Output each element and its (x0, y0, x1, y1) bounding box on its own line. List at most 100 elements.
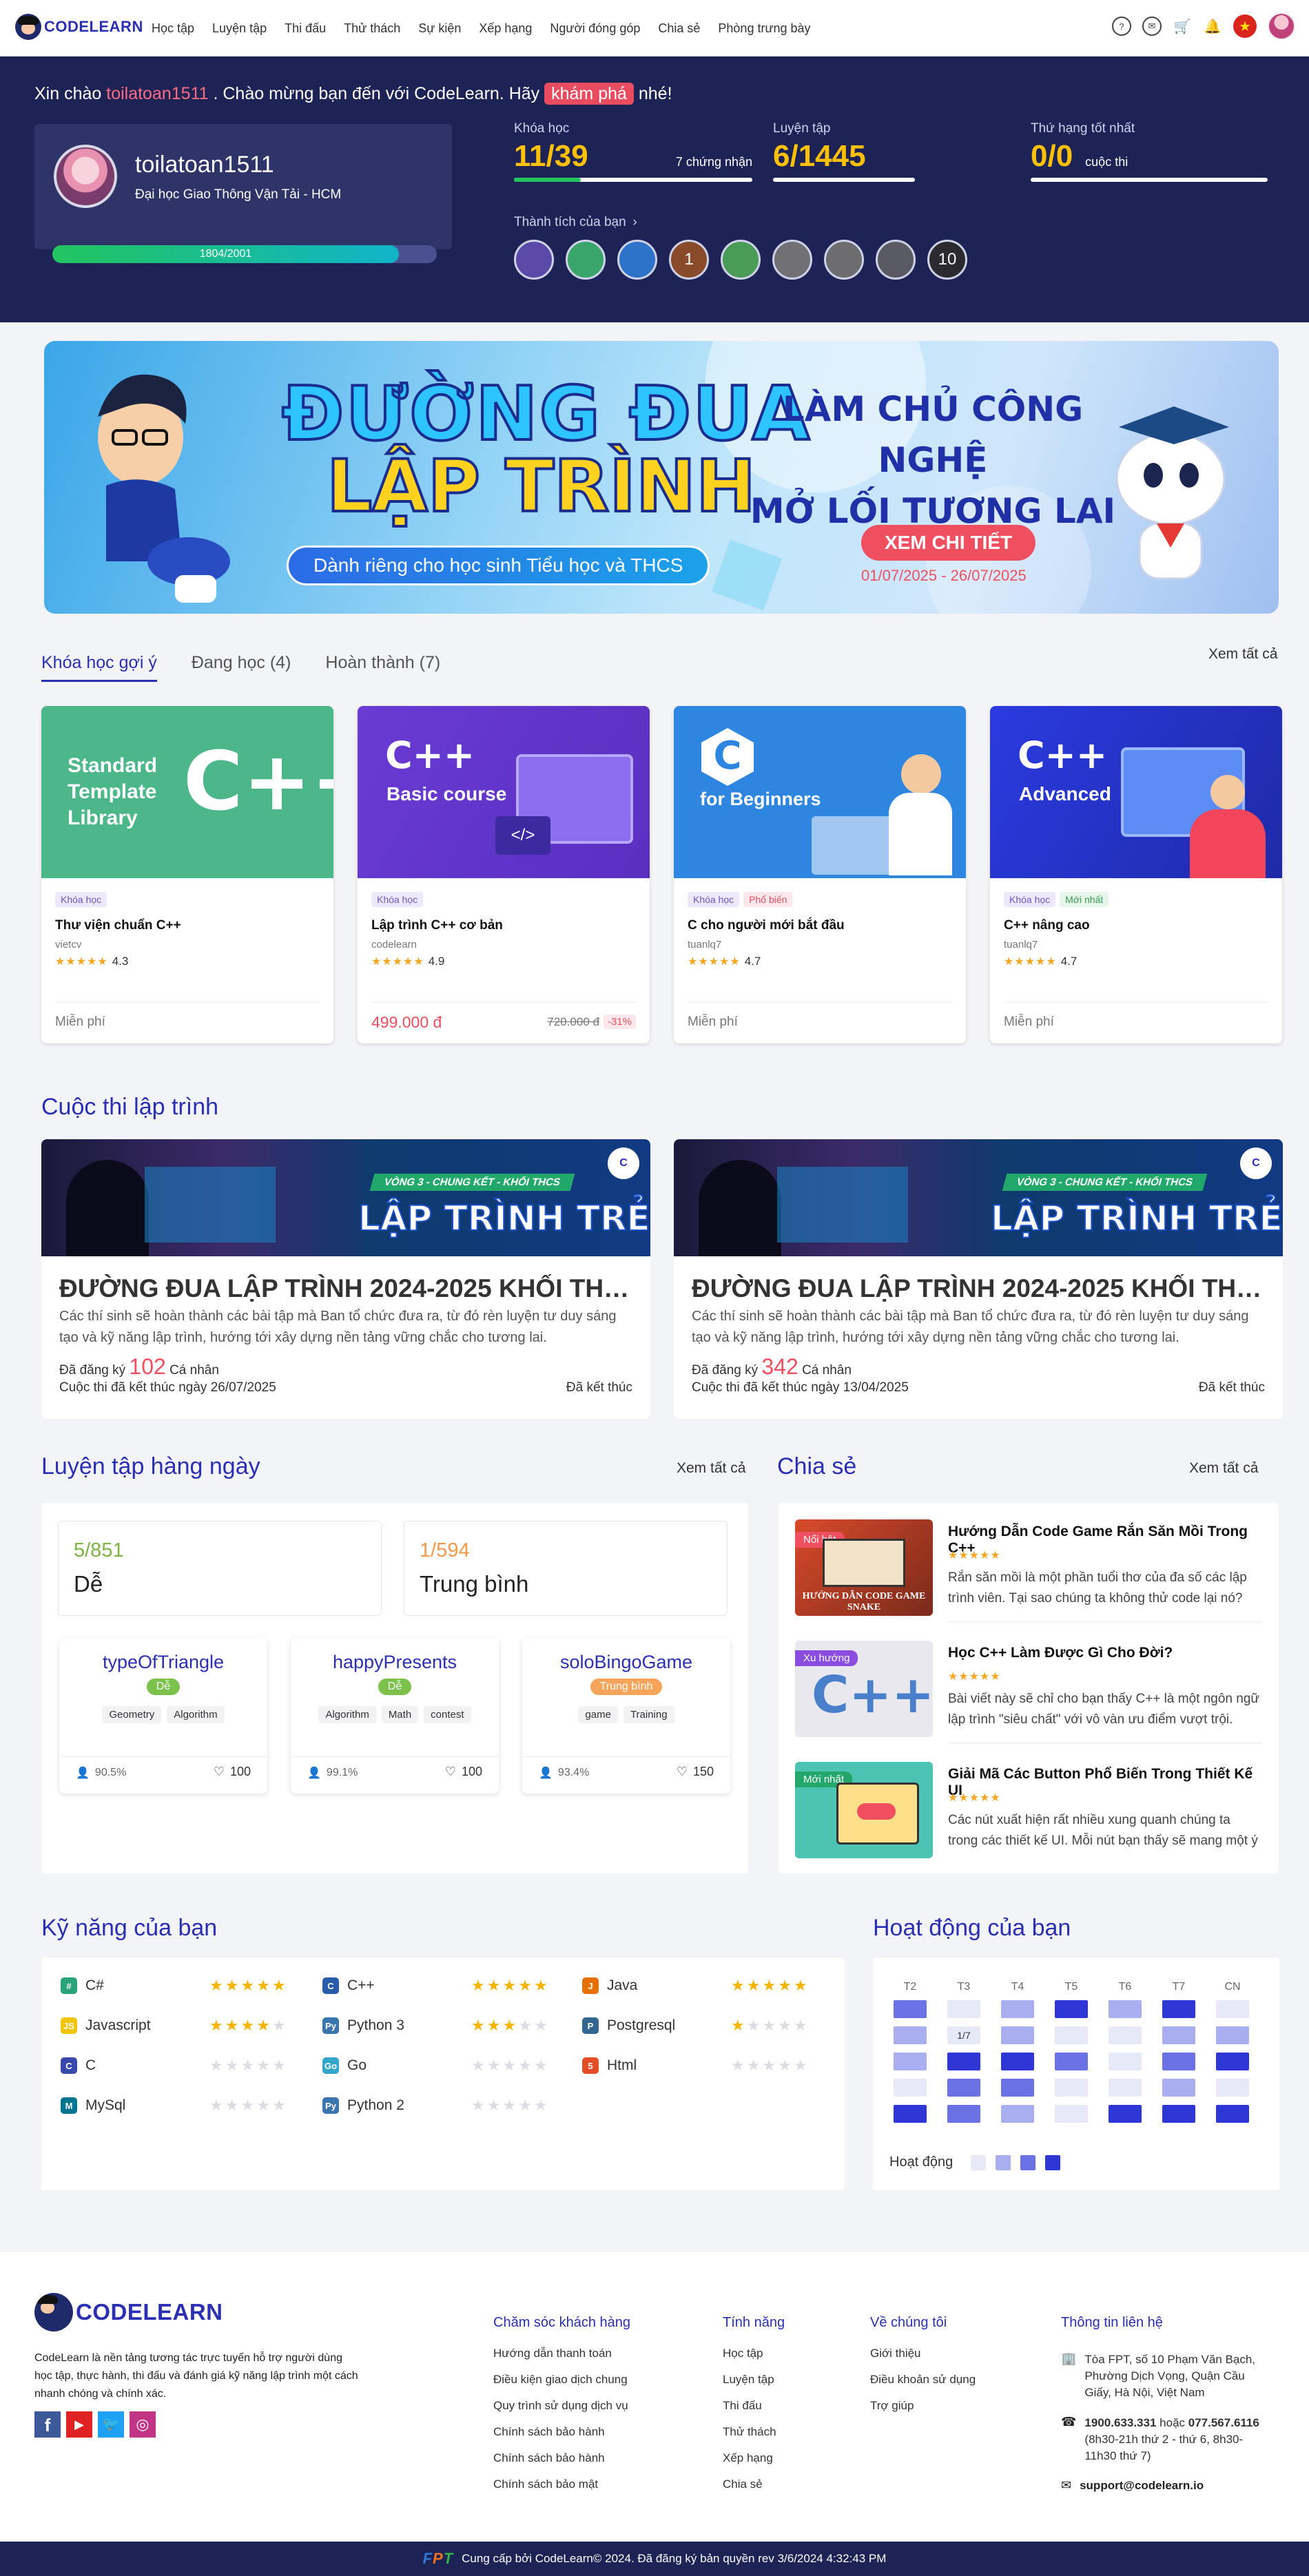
promo-banner[interactable]: ĐƯỜNG ĐUA LẬP TRÌNH Dành riêng cho học s… (44, 341, 1279, 614)
footer-link[interactable]: Giới thiệu (870, 2340, 976, 2367)
footer-link[interactable]: Học tập (723, 2340, 785, 2367)
activity-cell[interactable] (894, 2000, 927, 2018)
activity-cell[interactable] (1001, 2026, 1034, 2044)
activity-cell[interactable] (1216, 2079, 1249, 2097)
youtube-icon[interactable]: ▶ (66, 2411, 92, 2438)
activity-cell[interactable] (1055, 2105, 1088, 2123)
user-avatar[interactable] (1268, 12, 1295, 40)
help-icon[interactable]: ? (1112, 17, 1131, 36)
blog-post[interactable]: Mới nhất Giải Mã Các Button Phổ Biến Tro… (795, 1762, 1262, 1872)
blog-post[interactable]: Nổi bật HƯỚNG DẪN CODE GAME SNAKE Hướng … (795, 1519, 1262, 1630)
profile-avatar[interactable] (54, 145, 117, 208)
course-card[interactable]: C++ Basic course </> Khóa học Lập trình … (358, 706, 650, 1043)
activity-cell[interactable] (894, 2026, 927, 2044)
contest-title[interactable]: ĐƯỜNG ĐUA LẬP TRÌNH 2024-2025 KHỐI THCS … (59, 1274, 634, 1303)
tab-in-progress[interactable]: Đang học (4) (192, 653, 291, 682)
activity-cell[interactable] (947, 2000, 980, 2018)
activity-cell[interactable] (1109, 2000, 1142, 2018)
activity-cell[interactable] (1001, 2053, 1034, 2070)
activity-cell[interactable] (1055, 2053, 1088, 2070)
activity-cell[interactable] (894, 2079, 927, 2097)
problem-card[interactable]: soloBingoGame Trung bình game Training 👤 9… (522, 1638, 730, 1794)
footer-link[interactable]: Xếp hạng (723, 2445, 785, 2471)
difficulty-easy[interactable]: 5/851 Dễ (58, 1521, 382, 1616)
course-title[interactable]: C cho người mới bắt đầu (688, 918, 952, 933)
robot-badge-icon[interactable] (772, 240, 812, 280)
courses-see-all-link[interactable]: Xem tất cả (1208, 646, 1277, 663)
course-card[interactable]: Standard Template Library C++ Khóa học T… (41, 706, 333, 1043)
course-title[interactable]: C++ nâng cao (1004, 918, 1268, 933)
profile-card[interactable]: toilatoan1511 Đại học Giao Thông Vận Tải… (34, 124, 452, 263)
problem-tag[interactable]: Geometry (102, 1706, 162, 1723)
stat-rank[interactable]: Thứ hạng tốt nhất 0/0 cuộc thi (1031, 121, 1268, 182)
problem-card[interactable]: happyPresents Dễ Algorithm Math contest 👤 9… (291, 1638, 499, 1794)
laurel-badge-icon[interactable] (824, 240, 864, 280)
learner-badge-icon[interactable] (721, 240, 761, 280)
footer-phone[interactable]: 1900.633.331 (1084, 2416, 1156, 2429)
contest-card[interactable]: VÒNG 3 - CHUNG KẾT - KHỐI THCS LẬP TRÌNH… (41, 1139, 650, 1419)
nav-link[interactable]: Luyện tập (212, 21, 285, 36)
banner-detail-button[interactable]: XEM CHI TIẾT (861, 525, 1036, 561)
problem-tag[interactable]: Math (381, 1706, 419, 1723)
nav-link[interactable]: Người đóng góp (550, 21, 658, 36)
problem-card[interactable]: typeOfTriangle Dễ Geometry Algorithm 👤 90.… (59, 1638, 267, 1794)
contest-title[interactable]: ĐƯỜNG ĐUA LẬP TRÌNH 2024-2025 KHỐI THCS … (692, 1274, 1266, 1303)
footer-link[interactable]: Trợ giúp (870, 2393, 976, 2419)
footer-logo[interactable]: CODELEARN (34, 2293, 223, 2331)
blog-title[interactable]: Học C++ Làm Được Gì Cho Đời? (948, 1645, 1262, 1661)
tab-suggested[interactable]: Khóa học gợi ý (41, 653, 157, 682)
activity-cell[interactable] (1109, 2105, 1142, 2123)
problem-tag[interactable]: Training (623, 1706, 674, 1723)
problem-tag[interactable]: Algorithm (318, 1706, 376, 1723)
cap-badge-icon[interactable] (876, 240, 916, 280)
course-card[interactable]: C++ Advanced Khóa học Mới nhất C++ nâng c… (990, 706, 1282, 1043)
course-title[interactable]: Thư viện chuẩn C++ (55, 918, 320, 933)
stat-courses[interactable]: Khóa học 11/39 7 chứng nhận (514, 121, 752, 182)
difficulty-medium[interactable]: 1/594 Trung bình (404, 1521, 728, 1616)
blog-post[interactable]: Xu hướng C++ Học C++ Làm Được Gì Cho Đời… (795, 1641, 1262, 1751)
number-one-badge-icon[interactable]: 1 (669, 240, 709, 280)
footer-link[interactable]: Thử thách (723, 2419, 785, 2445)
activity-cell[interactable] (1055, 2026, 1088, 2044)
graduate-badge-icon[interactable] (617, 240, 657, 280)
problem-tag[interactable]: Algorithm (167, 1706, 225, 1723)
activity-cell[interactable] (1162, 2053, 1195, 2070)
activity-cell[interactable] (894, 2053, 927, 2070)
teacher-badge-icon[interactable] (566, 240, 606, 280)
practice-see-all-link[interactable]: Xem tất cả (677, 1460, 745, 1477)
bell-icon[interactable]: 🔔 (1203, 17, 1222, 36)
nav-link[interactable]: Xếp hạng (479, 21, 550, 36)
problem-likes[interactable]: ♡ 100 (445, 1765, 482, 1779)
problem-name[interactable]: happyPresents (291, 1652, 499, 1673)
nav-link[interactable]: Chia sẻ (658, 21, 718, 36)
footer-link[interactable]: Thi đấu (723, 2393, 785, 2419)
activity-cell[interactable] (1216, 2026, 1249, 2044)
footer-link[interactable]: Chia sẻ (723, 2471, 785, 2497)
footer-link[interactable]: Hướng dẫn thanh toán (493, 2340, 630, 2367)
problem-likes[interactable]: ♡ 150 (677, 1765, 714, 1779)
message-icon[interactable]: ✉ (1142, 17, 1162, 36)
twitter-icon[interactable]: 🐦 (98, 2411, 124, 2438)
activity-cell[interactable] (1216, 2105, 1249, 2123)
codelearn-logo[interactable]: CODELEARN (15, 14, 143, 40)
contest-card[interactable]: VÒNG 3 - CHUNG KẾT - KHỐI THCS LẬP TRÌNH… (674, 1139, 1283, 1419)
footer-link[interactable]: Chính sách bảo mật (493, 2471, 630, 2497)
footer-link[interactable]: Điều khoản sử dụng (870, 2367, 976, 2393)
problem-tag[interactable]: game (578, 1706, 618, 1723)
activity-cell[interactable] (947, 2053, 980, 2070)
ten-badge-icon[interactable]: 10 (927, 240, 967, 280)
explore-link[interactable]: khám phá (544, 83, 634, 105)
problem-tag[interactable]: contest (424, 1706, 471, 1723)
achievements-link[interactable]: Thành tích của bạn › (514, 215, 637, 230)
stat-practice[interactable]: Luyện tập 6/1445 (773, 121, 915, 182)
greeting-username[interactable]: toilatoan1511 (106, 84, 208, 103)
activity-cell[interactable] (1001, 2000, 1034, 2018)
problem-name[interactable]: soloBingoGame (522, 1652, 730, 1673)
footer-link[interactable]: Luyện tập (723, 2367, 785, 2393)
tab-completed[interactable]: Hoàn thành (7) (325, 653, 440, 682)
activity-cell[interactable] (1001, 2079, 1034, 2097)
nav-link[interactable]: Phòng trưng bày (718, 21, 828, 36)
nav-link[interactable]: Thi đấu (285, 21, 344, 36)
activity-cell[interactable] (1055, 2000, 1088, 2018)
activity-cell[interactable] (1055, 2079, 1088, 2097)
